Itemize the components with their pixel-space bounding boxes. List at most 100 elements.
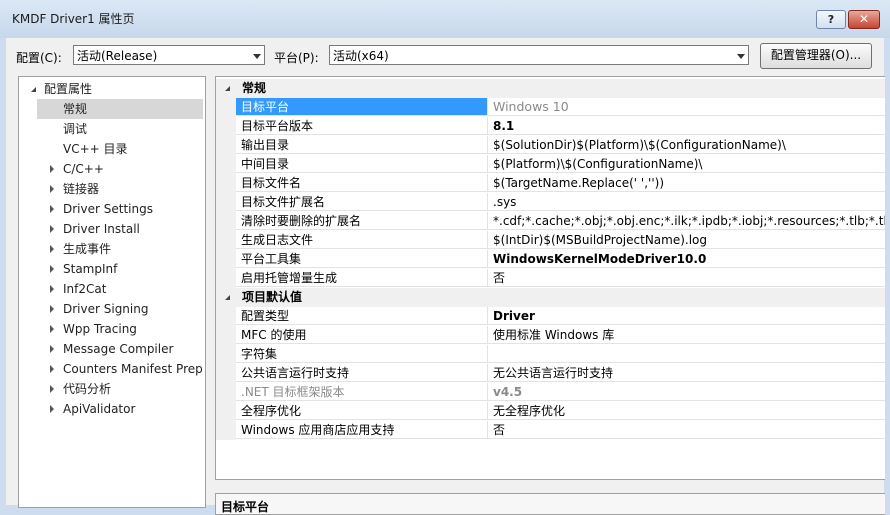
tree-item[interactable]: 生成事件 (19, 239, 203, 259)
collapsed-icon[interactable] (50, 405, 54, 413)
tree-item[interactable]: Wpp Tracing (19, 319, 203, 339)
category-defaults[interactable]: 项目默认值 (216, 288, 885, 307)
property-name[interactable]: 配置类型 (236, 307, 488, 325)
property-row[interactable]: Windows 应用商店应用支持否 (216, 421, 885, 440)
property-row[interactable]: 目标平台版本 8.1 (216, 117, 885, 136)
tree-root-label: 配置属性 (44, 82, 93, 96)
collapsed-icon[interactable] (50, 165, 54, 173)
tree-item[interactable]: Driver Settings (19, 199, 203, 219)
property-name[interactable]: 启用托管增量生成 (236, 269, 488, 287)
property-value[interactable]: 无全程序优化 (488, 402, 885, 420)
property-row[interactable]: 目标文件扩展名 .sys (216, 193, 885, 212)
property-name[interactable]: 字符集 (236, 345, 488, 363)
property-row[interactable]: .NET 目标框架版本 v4.5 (216, 383, 885, 402)
tree-item[interactable]: ApiValidator (19, 399, 203, 419)
expanded-icon[interactable] (225, 295, 230, 300)
property-row[interactable]: 中间目录 $(Platform)\$(ConfigurationName)\ (216, 155, 885, 174)
property-row[interactable]: 清除时要删除的扩展名 *.cdf;*.cache;*.obj;*.obj.enc;… (216, 212, 885, 231)
platform-dropdown[interactable]: 活动(x64) (329, 45, 749, 65)
description-panel: 目标平台 (215, 493, 885, 515)
property-value[interactable] (488, 345, 885, 363)
category-general[interactable]: 常规 (216, 79, 885, 98)
property-value[interactable]: 否 (488, 421, 885, 439)
tree-item[interactable]: 常规 (37, 99, 203, 119)
property-value[interactable]: WindowsKernelModeDriver10.0 (488, 250, 885, 268)
property-name[interactable]: 目标文件扩展名 (236, 193, 488, 211)
tree-item[interactable]: Inf2Cat (19, 279, 203, 299)
property-value[interactable]: v4.5 (488, 383, 885, 401)
property-name[interactable]: 清除时要删除的扩展名 (236, 212, 488, 230)
collapsed-icon[interactable] (50, 345, 54, 353)
tree-item[interactable]: 调试 (19, 119, 203, 139)
property-row[interactable]: 启用托管增量生成否 (216, 269, 885, 288)
description-title: 目标平台 (221, 500, 270, 514)
property-row[interactable]: 目标文件名 $(TargetName.Replace(' ','')) (216, 174, 885, 193)
property-row[interactable]: 输出目录 $(SolutionDir)$(Platform)\$(Configur… (216, 136, 885, 155)
collapsed-icon[interactable] (50, 285, 54, 293)
property-name[interactable]: 平台工具集 (236, 250, 488, 268)
property-row[interactable]: 生成日志文件 $(IntDir)$(MSBuildProjectName).log (216, 231, 885, 250)
property-name[interactable]: .NET 目标框架版本 (236, 383, 488, 401)
tree-item-label: 常规 (63, 102, 88, 116)
property-row[interactable]: 配置类型 Driver (216, 307, 885, 326)
tree-root[interactable]: 配置属性 (19, 79, 203, 99)
property-value[interactable]: $(IntDir)$(MSBuildProjectName).log (488, 231, 885, 249)
property-name[interactable]: 生成日志文件 (236, 231, 488, 249)
property-name[interactable]: 输出目录 (236, 136, 488, 154)
property-value[interactable]: Windows 10 (488, 98, 885, 116)
collapsed-icon[interactable] (50, 225, 54, 233)
property-value[interactable]: $(Platform)\$(ConfigurationName)\ (488, 155, 885, 173)
property-name[interactable]: 中间目录 (236, 155, 488, 173)
tree-item[interactable]: 链接器 (19, 179, 203, 199)
tree-item[interactable]: C/C++ (19, 159, 203, 179)
collapsed-icon[interactable] (50, 325, 54, 333)
property-row[interactable]: 全程序优化 无全程序优化 (216, 402, 885, 421)
expanded-icon[interactable] (225, 86, 230, 91)
tree-item[interactable]: VC++ 目录 (19, 139, 203, 159)
collapsed-icon[interactable] (50, 305, 54, 313)
tree-item-label: Driver Signing (63, 302, 149, 316)
row-gutter (216, 212, 236, 231)
property-row[interactable]: 公共语言运行时支持 无公共语言运行时支持 (216, 364, 885, 383)
property-value[interactable]: 8.1 (488, 117, 885, 135)
config-dropdown[interactable]: 活动(Release) (73, 45, 265, 65)
tree-item[interactable]: 代码分析 (19, 379, 203, 399)
property-name[interactable]: Windows 应用商店应用支持 (236, 421, 488, 439)
property-value[interactable]: 无公共语言运行时支持 (488, 364, 885, 382)
property-value[interactable]: 使用标准 Windows 库 (488, 326, 885, 344)
collapsed-icon[interactable] (50, 365, 54, 373)
property-name[interactable]: MFC 的使用 (236, 326, 488, 344)
property-row[interactable]: 目标平台 Windows 10 (216, 98, 885, 117)
collapsed-icon[interactable] (50, 205, 54, 213)
property-name[interactable]: 目标平台 (236, 98, 488, 116)
collapsed-icon[interactable] (50, 265, 54, 273)
property-name[interactable]: 公共语言运行时支持 (236, 364, 488, 382)
collapsed-icon[interactable] (50, 385, 54, 393)
tree-item[interactable]: Driver Signing (19, 299, 203, 319)
property-value[interactable]: $(SolutionDir)$(Platform)\$(Configuratio… (488, 136, 885, 154)
tree-item[interactable]: StampInf (19, 259, 203, 279)
tree-item[interactable]: Driver Install (19, 219, 203, 239)
collapsed-icon[interactable] (50, 245, 54, 253)
property-row[interactable]: MFC 的使用 使用标准 Windows 库 (216, 326, 885, 345)
tree-item[interactable]: Counters Manifest Preprocessor (19, 359, 203, 379)
property-value[interactable]: *.cdf;*.cache;*.obj;*.obj.enc;*.ilk;*.ip… (488, 212, 885, 230)
property-value[interactable]: Driver (488, 307, 885, 325)
collapsed-icon[interactable] (50, 185, 54, 193)
close-button[interactable]: ✕ (848, 10, 880, 29)
property-row[interactable]: 平台工具集 WindowsKernelModeDriver10.0 (216, 250, 885, 269)
tree-item[interactable]: Message Compiler (19, 339, 203, 359)
expanded-icon[interactable] (31, 87, 36, 92)
property-name[interactable]: 目标平台版本 (236, 117, 488, 135)
row-gutter (216, 345, 236, 364)
config-manager-button[interactable]: 配置管理器(O)... (760, 43, 872, 69)
property-tree[interactable]: 配置属性 常规 调试 VC++ 目录 C/C++ 链接器 Driver Settings D… (18, 76, 206, 508)
help-button[interactable]: ? (816, 10, 846, 29)
property-row[interactable]: 字符集 (216, 345, 885, 364)
property-value[interactable]: 否 (488, 269, 885, 287)
property-name[interactable]: 全程序优化 (236, 402, 488, 420)
property-name[interactable]: 目标文件名 (236, 174, 488, 192)
property-value[interactable]: .sys (488, 193, 885, 211)
property-grid[interactable]: 常规 目标平台 Windows 10 目标平台版本 8.1 输出目录 $(SolutionD… (215, 76, 885, 480)
property-value[interactable]: $(TargetName.Replace(' ','')) (488, 174, 885, 192)
